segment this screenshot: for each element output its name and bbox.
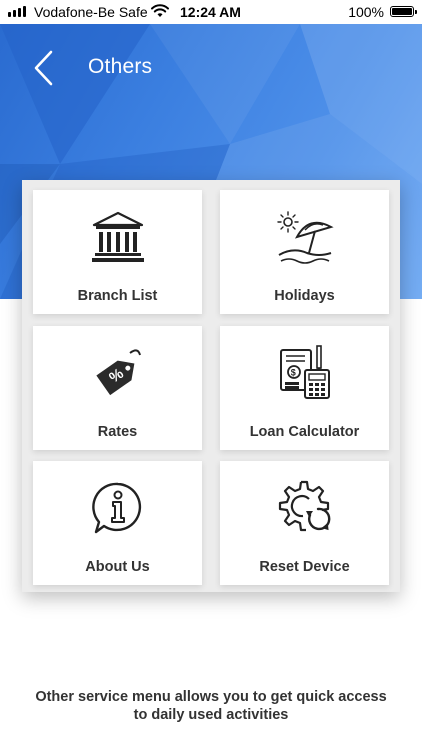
chevron-left-icon [34, 50, 53, 86]
carrier-name: Vodafone-Be Safe [34, 4, 148, 20]
branch-list-label: Branch List [77, 288, 158, 304]
loan-calculator-button[interactable]: $ Loan Calculator [220, 326, 389, 450]
reset-device-label: Reset Device [259, 559, 350, 575]
status-time: 12:24 AM [180, 4, 241, 20]
holidays-button[interactable]: Holidays [220, 190, 389, 314]
page-title: Others [88, 55, 153, 78]
status-bar: Vodafone-Be Safe 12:24 AM 100% [0, 0, 422, 24]
rates-label: Rates [97, 424, 138, 440]
gear-refresh-icon [274, 477, 336, 539]
about-us-label: About Us [85, 559, 150, 575]
footer-description: Other service menu allows you to get qui… [35, 689, 387, 723]
signal-icon [8, 6, 26, 17]
branch-list-button[interactable]: Branch List [33, 190, 202, 314]
rates-button[interactable]: % Rates [33, 326, 202, 450]
battery-percent: 100% [348, 4, 384, 20]
svg-text:$: $ [290, 368, 295, 378]
info-bubble-icon [87, 477, 149, 539]
battery-icon [390, 6, 417, 17]
loan-calculator-label: Loan Calculator [249, 424, 360, 440]
about-us-button[interactable]: About Us [33, 461, 202, 585]
holidays-label: Holidays [274, 288, 335, 304]
wifi-icon [150, 3, 170, 22]
calculator-document-icon: $ [274, 342, 336, 404]
percent-tag-icon: % [87, 342, 149, 404]
beach-umbrella-icon [274, 206, 336, 268]
menu-panel: Branch List Holidays % Rates $ Loan Calc… [22, 180, 400, 592]
reset-device-button[interactable]: Reset Device [220, 461, 389, 585]
back-button[interactable] [28, 48, 60, 88]
bank-building-icon [87, 206, 149, 268]
